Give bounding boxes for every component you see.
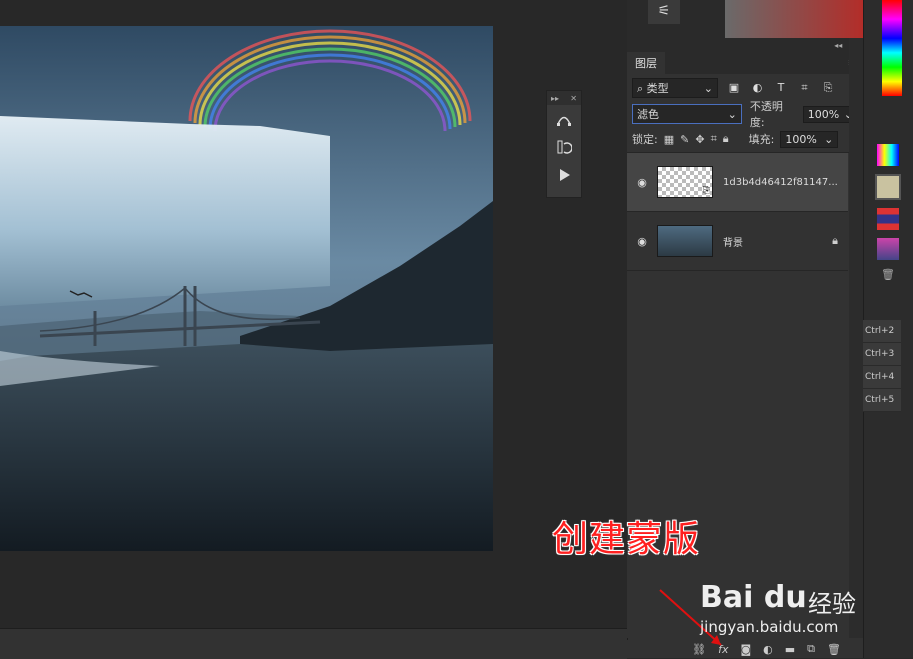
adjustments-icon[interactable]: ⚟ xyxy=(648,0,680,24)
lock-all-icon[interactable]: 🔒︎ xyxy=(723,132,729,146)
play-icon[interactable] xyxy=(547,161,581,189)
lock-row: 锁定: ▦ ✎ ✥ ⌗ 🔒︎ 填充: 100% ⌄ xyxy=(627,126,863,153)
chevron-down-icon: ⌄ xyxy=(703,81,713,95)
floating-tool-panel[interactable]: ▸▸ ✕ xyxy=(546,90,582,198)
shortcut-item[interactable]: Ctrl+4 xyxy=(863,366,901,389)
smart-object-badge-icon: ⎘ xyxy=(702,186,710,196)
layer-row-background[interactable]: ◉ 背景 🔒︎ xyxy=(627,212,848,271)
layer-name[interactable]: 1d3b4d46412f81147... xyxy=(723,177,838,188)
fill-value: 100% xyxy=(785,132,817,146)
blend-row: 滤色 ⌄ 不透明度: 100% ⌄ xyxy=(627,100,863,129)
swatches-icon[interactable] xyxy=(877,144,899,166)
filter-row: ⌕ 类型 ⌄ ▣ ◐ T ⌗ ⎘ xyxy=(627,74,863,102)
waterfall xyxy=(0,116,330,306)
watermark-url: jingyan.baidu.com xyxy=(700,618,839,636)
panel-scrollbar[interactable] xyxy=(849,38,863,638)
lock-position-icon[interactable]: ✥ xyxy=(695,133,704,146)
filter-kind-label: 类型 xyxy=(646,82,669,95)
opacity-value: 100% xyxy=(807,107,840,121)
lock-pixels-icon[interactable]: ✎ xyxy=(680,133,689,146)
shortcut-item[interactable]: Ctrl+3 xyxy=(863,343,901,366)
shape-filter-icon[interactable]: ⌗ xyxy=(795,81,815,95)
status-bar xyxy=(0,628,627,659)
new-layer-icon[interactable]: ⧉ xyxy=(807,642,815,656)
lock-transparent-icon[interactable]: ▦ xyxy=(664,133,674,146)
eye-icon[interactable]: ◉ xyxy=(627,176,657,189)
adjustment-filter-icon[interactable]: ◐ xyxy=(748,81,768,94)
photo-composite xyxy=(0,26,493,551)
collapsed-icons: 🗑︎ xyxy=(863,136,913,281)
filter-kind-dropdown[interactable]: ⌕ 类型 ⌄ xyxy=(632,78,718,98)
collapse-icon[interactable]: ◂◂ xyxy=(834,41,842,50)
tab-bar: 图层 ≡ xyxy=(627,52,863,74)
channel-shortcuts: Ctrl+2 Ctrl+3 Ctrl+4 Ctrl+5 xyxy=(863,320,901,412)
document-image[interactable] xyxy=(0,26,493,551)
color-picker-field[interactable] xyxy=(725,0,865,38)
mini-panel-header: ▸▸ ✕ xyxy=(547,91,581,105)
new-group-icon[interactable]: ▬ xyxy=(785,643,795,656)
history-icon[interactable] xyxy=(547,133,581,161)
blend-mode-dropdown[interactable]: 滤色 ⌄ xyxy=(632,104,742,124)
adjustment-layer-icon[interactable]: ◐ xyxy=(763,643,773,656)
channels-icon[interactable] xyxy=(877,208,899,230)
search-icon: ⌕ xyxy=(637,82,644,95)
shortcut-item[interactable]: Ctrl+5 xyxy=(863,389,901,412)
styles-icon[interactable] xyxy=(875,174,901,200)
fill-label: 填充: xyxy=(748,133,775,146)
trash-icon[interactable]: 🗑︎ xyxy=(827,643,841,656)
blend-mode-value: 滤色 xyxy=(637,108,659,121)
watermark-logo: Bai du xyxy=(700,580,807,615)
layer-name[interactable]: 背景 xyxy=(723,234,743,249)
layer-row-selected[interactable]: ◉ ⎘ 1d3b4d46412f81147... xyxy=(627,153,848,212)
lock-label: 锁定: xyxy=(632,133,658,146)
tab-layers[interactable]: 图层 xyxy=(627,52,665,74)
close-icon[interactable]: ✕ xyxy=(570,94,577,103)
chevron-down-icon: ⌄ xyxy=(727,107,737,121)
smart-object-filter-icon[interactable]: ⎘ xyxy=(818,81,838,95)
hue-slider[interactable] xyxy=(882,0,902,96)
opacity-label: 不透明度: xyxy=(749,100,783,129)
add-mask-icon[interactable]: ◙ xyxy=(740,643,751,656)
shortcut-item[interactable]: Ctrl+2 xyxy=(863,320,901,343)
eye-icon[interactable]: ◉ xyxy=(627,235,657,248)
lock-artboard-icon[interactable]: ⌗ xyxy=(711,132,717,146)
trash-icon[interactable]: 🗑︎ xyxy=(863,268,913,281)
layer-thumbnail xyxy=(657,225,713,257)
layer-thumbnail: ⎘ xyxy=(657,166,713,198)
annotation-caption: 创建蒙版 xyxy=(552,519,701,560)
lock-icon: 🔒︎ xyxy=(832,234,838,247)
image-filter-icon[interactable]: ▣ xyxy=(724,81,744,94)
fill-field[interactable]: 100% ⌄ xyxy=(780,130,839,148)
gradients-icon[interactable] xyxy=(877,238,899,260)
path-tool-icon[interactable] xyxy=(547,105,581,133)
chevron-down-icon: ⌄ xyxy=(824,132,834,146)
watermark-suffix: 经验 xyxy=(808,590,856,618)
panel-header: ◂◂ ✕ xyxy=(627,38,863,52)
type-filter-icon[interactable]: T xyxy=(771,81,791,94)
